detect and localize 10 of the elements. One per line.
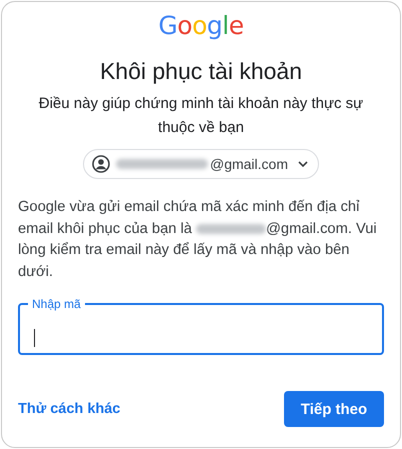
account-chip[interactable]: @gmail.com (82, 149, 319, 179)
try-another-way-link[interactable]: Thử cách khác (18, 401, 120, 417)
logo: Google (157, 12, 245, 40)
account-icon (92, 155, 110, 173)
code-input-field[interactable]: Nhập mã (18, 297, 384, 355)
page-title: Khôi phục tài khoản (98, 57, 304, 86)
chevron-down-icon (298, 161, 308, 167)
next-button[interactable]: Tiếp theo (284, 391, 384, 427)
instruction-text: Google vừa gửi email chứa mã xác minh đến địa chỉ email khôi phục của bạn là @gmail.com. Vui lòng kiểm tra email này để lấy mã và nhập vào bên dưới. (18, 198, 378, 282)
subtitle: Điều này giúp chứng minh tài khoản này thực sự thuộc về bạn (38, 94, 364, 138)
